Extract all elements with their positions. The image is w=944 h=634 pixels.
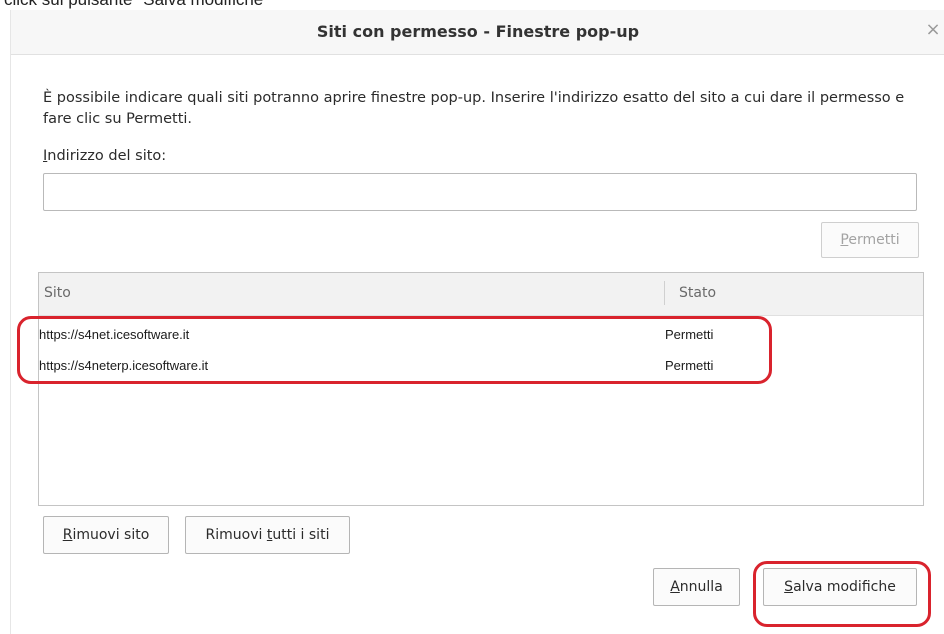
column-separator[interactable]	[664, 281, 665, 305]
remove-site-label: imuovi sito	[72, 527, 150, 543]
dialog-title: Siti con permesso - Finestre pop-up	[316, 22, 640, 41]
row-site: https://s4neterp.icesoftware.it	[39, 358, 209, 373]
address-input[interactable]	[43, 173, 917, 211]
table-row[interactable]: https://s4net.icesoftware.it Permetti	[39, 327, 923, 353]
remove-all-sites-button[interactable]: Rimuovi tutti i siti	[185, 516, 350, 554]
remove-all-label-rest: utti i siti	[272, 527, 330, 543]
caption-text: click sul pulsante "Salva modifiche"	[4, 0, 269, 10]
row-state: Permetti	[665, 358, 714, 373]
save-label: alva modifiche	[793, 579, 896, 595]
popup-permissions-dialog: Siti con permesso - Finestre pop-up × È …	[10, 10, 944, 634]
permit-button[interactable]: Permetti	[821, 222, 919, 258]
sites-list[interactable]: Sito Stato https://s4net.icesoftware.it …	[38, 272, 924, 506]
address-label: Indirizzo del sito:	[43, 148, 166, 164]
cancel-label: nnulla	[679, 579, 723, 595]
list-header: Sito Stato	[39, 273, 923, 316]
remove-site-button[interactable]: Rimuovi sito	[43, 516, 169, 554]
remove-all-label-pre: Rimuovi	[205, 527, 267, 543]
column-header-state[interactable]: Stato	[679, 285, 716, 301]
dialog-description: È possibile indicare quali siti potranno…	[43, 90, 905, 127]
column-header-site[interactable]: Sito	[44, 285, 71, 301]
address-label-text: ndirizzo del sito:	[47, 148, 167, 164]
row-site: https://s4net.icesoftware.it	[39, 327, 190, 342]
cancel-button[interactable]: Annulla	[653, 568, 740, 606]
remove-site-accesskey: R	[62, 527, 73, 543]
permit-label: ermetti	[848, 232, 900, 248]
save-changes-button[interactable]: Salva modifiche	[763, 568, 917, 606]
dialog-titlebar: Siti con permesso - Finestre pop-up ×	[11, 10, 944, 55]
row-state: Permetti	[665, 327, 714, 342]
close-icon[interactable]: ×	[921, 18, 944, 42]
table-row[interactable]: https://s4neterp.icesoftware.it Permetti	[39, 358, 923, 384]
save-accesskey: S	[784, 579, 794, 595]
cancel-accesskey: A	[670, 579, 680, 595]
